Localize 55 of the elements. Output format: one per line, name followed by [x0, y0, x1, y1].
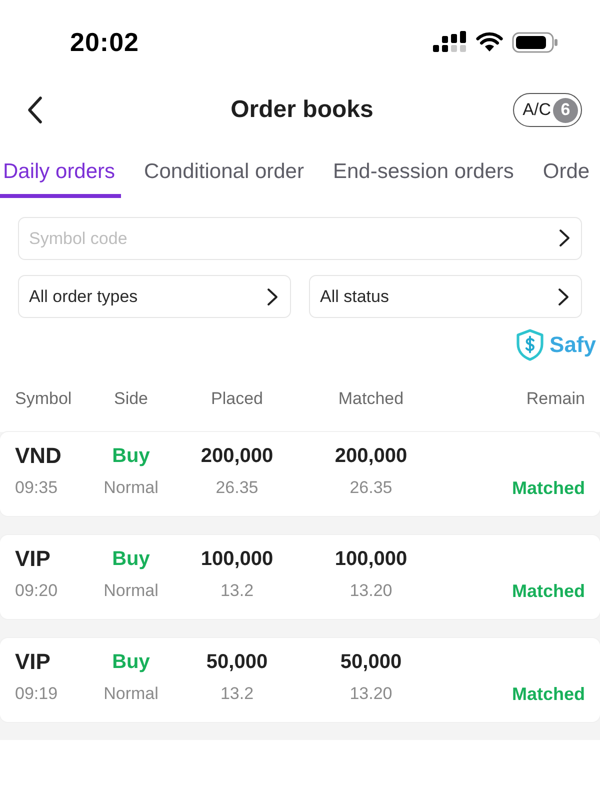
order-type: Normal [102, 683, 160, 705]
order-card[interactable]: VIP Buy 50,000 50,000 09:19 Normal 13.2 13.20 Matched [0, 638, 600, 722]
order-type: Normal [102, 477, 160, 499]
placed-volume: 200,000 [200, 444, 274, 468]
matched-price: 26.35 [348, 477, 394, 499]
symbol-text: VIP [15, 650, 52, 674]
chevron-right-icon [558, 288, 569, 306]
back-icon [27, 96, 43, 124]
chevron-right-icon [559, 229, 570, 247]
order-tab[interactable]: Orde [540, 136, 596, 198]
order-type: Normal [102, 580, 160, 602]
symbol-text: VIP [15, 547, 52, 571]
placed-price: 26.35 [214, 477, 260, 499]
page-title: Order books [230, 96, 374, 124]
brand-name: Safy [550, 332, 596, 358]
column-header: Placed [210, 389, 264, 409]
account-count-badge: 6 [553, 98, 578, 122]
column-header: Symbol [15, 389, 73, 409]
filter-select[interactable]: All order types [18, 275, 291, 318]
order-card[interactable]: VND Buy 200,000 200,000 09:35 Normal 26.35 26.35 Matched [0, 432, 600, 516]
order-status: Matched [510, 683, 585, 706]
matched-price: 13.20 [348, 580, 394, 602]
order-status: Matched [510, 580, 585, 603]
wifi-icon [476, 32, 503, 52]
placed-volume: 100,000 [200, 547, 274, 571]
matched-volume: 50,000 [339, 650, 403, 674]
side-label: Buy [111, 444, 151, 468]
matched-volume: 200,000 [334, 444, 408, 468]
chevron-right-icon [267, 288, 278, 306]
placed-price: 13.2 [219, 580, 255, 602]
order-tab[interactable]: Daily orders [0, 136, 122, 198]
symbol-search-field[interactable]: Symbol code [18, 217, 582, 260]
column-header: Side [112, 389, 150, 409]
side-label: Buy [111, 650, 151, 674]
filter-select[interactable]: All status [309, 275, 582, 318]
column-header: Remain [525, 389, 585, 409]
order-status: Matched [510, 477, 585, 500]
symbol-text: VND [15, 444, 62, 468]
signal-icon [433, 31, 467, 53]
order-card[interactable]: VIP Buy 100,000 100,000 09:20 Normal 13.2 13.20 Matched [0, 535, 600, 619]
order-time: 09:19 [15, 683, 59, 705]
matched-volume: 100,000 [334, 547, 408, 571]
matched-price: 13.20 [348, 683, 394, 705]
placed-price: 13.2 [219, 683, 255, 705]
battery-icon [512, 32, 558, 52]
column-header: Matched [337, 389, 405, 409]
order-time: 09:20 [15, 580, 59, 602]
order-tab[interactable]: End-session orders [330, 136, 520, 198]
account-button[interactable]: A/C 6 [512, 93, 582, 127]
side-label: Buy [111, 547, 151, 571]
order-tab[interactable]: Conditional order [141, 136, 310, 198]
status-time: 20:02 [70, 26, 139, 58]
order-time: 09:35 [15, 477, 59, 499]
placed-volume: 50,000 [205, 650, 269, 674]
shield-dollar-icon [516, 329, 544, 361]
